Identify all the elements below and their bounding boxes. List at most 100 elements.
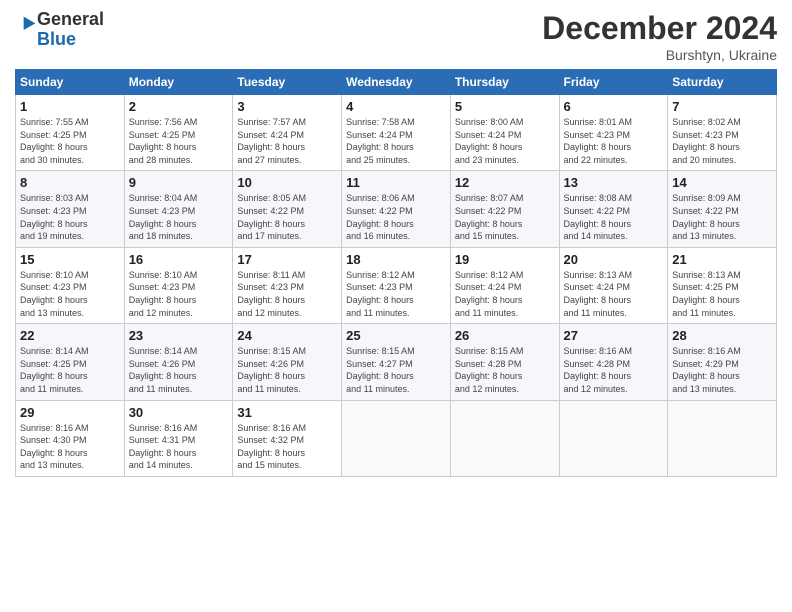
day-cell: 2Sunrise: 7:56 AM Sunset: 4:25 PM Daylig… [124, 95, 233, 171]
week-row-4: 22Sunrise: 8:14 AM Sunset: 4:25 PM Dayli… [16, 324, 777, 400]
weekday-header-tuesday: Tuesday [233, 70, 342, 95]
day-info: Sunrise: 8:12 AM Sunset: 4:23 PM Dayligh… [346, 269, 446, 319]
day-cell: 26 Sunrise: 8:15 AM Sunset: 4:28 PM Dayli… [450, 324, 559, 400]
day-info: Sunrise: 7:56 AM Sunset: 4:25 PM Dayligh… [129, 116, 229, 166]
day-cell: 14 Sunrise: 8:09 AM Sunset: 4:22 PM Dayli… [668, 171, 777, 247]
day-number: 6 [564, 99, 664, 114]
day-info: Sunrise: 7:58 AM Sunset: 4:24 PM Dayligh… [346, 116, 446, 166]
logo-general: General [37, 9, 104, 29]
day-number: 15 [20, 252, 120, 267]
day-info: Sunrise: 8:03 AM Sunset: 4:23 PM Dayligh… [20, 192, 120, 242]
day-info: Sunrise: 8:05 AM Sunset: 4:22 PM Dayligh… [237, 192, 337, 242]
day-number: 20 [564, 252, 664, 267]
day-cell: 7Sunrise: 8:02 AM Sunset: 4:23 PM Daylig… [668, 95, 777, 171]
day-cell [342, 400, 451, 476]
weekday-header-wednesday: Wednesday [342, 70, 451, 95]
day-number: 9 [129, 175, 229, 190]
day-cell: 19 Sunrise: 8:12 AM Sunset: 4:24 PM Dayli… [450, 247, 559, 323]
day-number: 11 [346, 175, 446, 190]
day-info: Sunrise: 8:00 AM Sunset: 4:24 PM Dayligh… [455, 116, 555, 166]
day-info: Sunrise: 8:13 AM Sunset: 4:25 PM Dayligh… [672, 269, 772, 319]
week-row-2: 8 Sunrise: 8:03 AM Sunset: 4:23 PM Daylig… [16, 171, 777, 247]
day-cell: 30Sunrise: 8:16 AM Sunset: 4:31 PM Dayli… [124, 400, 233, 476]
day-info: Sunrise: 8:11 AM Sunset: 4:23 PM Dayligh… [237, 269, 337, 319]
weekday-header-friday: Friday [559, 70, 668, 95]
day-cell: 4 Sunrise: 7:58 AM Sunset: 4:24 PM Daylig… [342, 95, 451, 171]
weekday-header-thursday: Thursday [450, 70, 559, 95]
main-container: General Blue December 2024 Burshtyn, Ukr… [0, 0, 792, 487]
day-cell: 31 Sunrise: 8:16 AM Sunset: 4:32 PM Dayli… [233, 400, 342, 476]
day-number: 8 [20, 175, 120, 190]
day-cell: 10 Sunrise: 8:05 AM Sunset: 4:22 PM Dayli… [233, 171, 342, 247]
day-cell: 11Sunrise: 8:06 AM Sunset: 4:22 PM Dayli… [342, 171, 451, 247]
day-info: Sunrise: 8:14 AM Sunset: 4:26 PM Dayligh… [129, 345, 229, 395]
day-cell: 3Sunrise: 7:57 AM Sunset: 4:24 PM Daylig… [233, 95, 342, 171]
day-cell [450, 400, 559, 476]
day-number: 29 [20, 405, 120, 420]
day-number: 23 [129, 328, 229, 343]
location: Burshtyn, Ukraine [542, 47, 777, 63]
month-title: December 2024 [542, 10, 777, 47]
day-cell: 20 Sunrise: 8:13 AM Sunset: 4:24 PM Dayli… [559, 247, 668, 323]
day-number: 26 [455, 328, 555, 343]
day-info: Sunrise: 8:15 AM Sunset: 4:28 PM Dayligh… [455, 345, 555, 395]
day-info: Sunrise: 8:13 AM Sunset: 4:24 PM Dayligh… [564, 269, 664, 319]
day-number: 10 [237, 175, 337, 190]
day-number: 28 [672, 328, 772, 343]
day-number: 1 [20, 99, 120, 114]
day-info: Sunrise: 8:12 AM Sunset: 4:24 PM Dayligh… [455, 269, 555, 319]
logo-blue: Blue [37, 29, 76, 49]
day-cell [559, 400, 668, 476]
day-number: 7 [672, 99, 772, 114]
day-cell: 18Sunrise: 8:12 AM Sunset: 4:23 PM Dayli… [342, 247, 451, 323]
day-cell: 9Sunrise: 8:04 AM Sunset: 4:23 PM Daylig… [124, 171, 233, 247]
day-cell: 8 Sunrise: 8:03 AM Sunset: 4:23 PM Daylig… [16, 171, 125, 247]
day-cell: 23 Sunrise: 8:14 AM Sunset: 4:26 PM Dayli… [124, 324, 233, 400]
day-number: 22 [20, 328, 120, 343]
day-number: 12 [455, 175, 555, 190]
day-info: Sunrise: 8:16 AM Sunset: 4:32 PM Dayligh… [237, 422, 337, 472]
day-number: 16 [129, 252, 229, 267]
week-row-5: 29 Sunrise: 8:16 AM Sunset: 4:30 PM Dayli… [16, 400, 777, 476]
day-info: Sunrise: 8:01 AM Sunset: 4:23 PM Dayligh… [564, 116, 664, 166]
day-number: 14 [672, 175, 772, 190]
day-cell: 1 Sunrise: 7:55 AM Sunset: 4:25 PM Daylig… [16, 95, 125, 171]
day-number: 31 [237, 405, 337, 420]
day-cell: 28Sunrise: 8:16 AM Sunset: 4:29 PM Dayli… [668, 324, 777, 400]
day-info: Sunrise: 8:10 AM Sunset: 4:23 PM Dayligh… [20, 269, 120, 319]
day-info: Sunrise: 8:16 AM Sunset: 4:31 PM Dayligh… [129, 422, 229, 472]
weekday-header-sunday: Sunday [16, 70, 125, 95]
logo-icon [17, 15, 37, 35]
day-cell: 29 Sunrise: 8:16 AM Sunset: 4:30 PM Dayli… [16, 400, 125, 476]
day-info: Sunrise: 7:57 AM Sunset: 4:24 PM Dayligh… [237, 116, 337, 166]
day-number: 13 [564, 175, 664, 190]
day-number: 4 [346, 99, 446, 114]
day-number: 21 [672, 252, 772, 267]
day-number: 25 [346, 328, 446, 343]
weekday-header-saturday: Saturday [668, 70, 777, 95]
day-number: 24 [237, 328, 337, 343]
day-cell: 13Sunrise: 8:08 AM Sunset: 4:22 PM Dayli… [559, 171, 668, 247]
day-info: Sunrise: 7:55 AM Sunset: 4:25 PM Dayligh… [20, 116, 120, 166]
day-info: Sunrise: 8:16 AM Sunset: 4:28 PM Dayligh… [564, 345, 664, 395]
day-number: 5 [455, 99, 555, 114]
day-number: 27 [564, 328, 664, 343]
day-cell: 17 Sunrise: 8:11 AM Sunset: 4:23 PM Dayli… [233, 247, 342, 323]
day-number: 19 [455, 252, 555, 267]
day-cell: 12Sunrise: 8:07 AM Sunset: 4:22 PM Dayli… [450, 171, 559, 247]
logo: General Blue [15, 10, 104, 50]
weekday-header-monday: Monday [124, 70, 233, 95]
title-block: December 2024 Burshtyn, Ukraine [542, 10, 777, 63]
day-cell: 27 Sunrise: 8:16 AM Sunset: 4:28 PM Dayli… [559, 324, 668, 400]
header-row: General Blue December 2024 Burshtyn, Ukr… [15, 10, 777, 63]
day-info: Sunrise: 8:09 AM Sunset: 4:22 PM Dayligh… [672, 192, 772, 242]
week-row-1: 1 Sunrise: 7:55 AM Sunset: 4:25 PM Daylig… [16, 95, 777, 171]
day-info: Sunrise: 8:10 AM Sunset: 4:23 PM Dayligh… [129, 269, 229, 319]
day-info: Sunrise: 8:16 AM Sunset: 4:30 PM Dayligh… [20, 422, 120, 472]
day-cell: 16 Sunrise: 8:10 AM Sunset: 4:23 PM Dayli… [124, 247, 233, 323]
day-number: 17 [237, 252, 337, 267]
calendar-table: SundayMondayTuesdayWednesdayThursdayFrid… [15, 69, 777, 477]
day-info: Sunrise: 8:15 AM Sunset: 4:26 PM Dayligh… [237, 345, 337, 395]
week-row-3: 15 Sunrise: 8:10 AM Sunset: 4:23 PM Dayli… [16, 247, 777, 323]
day-cell: 5 Sunrise: 8:00 AM Sunset: 4:24 PM Daylig… [450, 95, 559, 171]
